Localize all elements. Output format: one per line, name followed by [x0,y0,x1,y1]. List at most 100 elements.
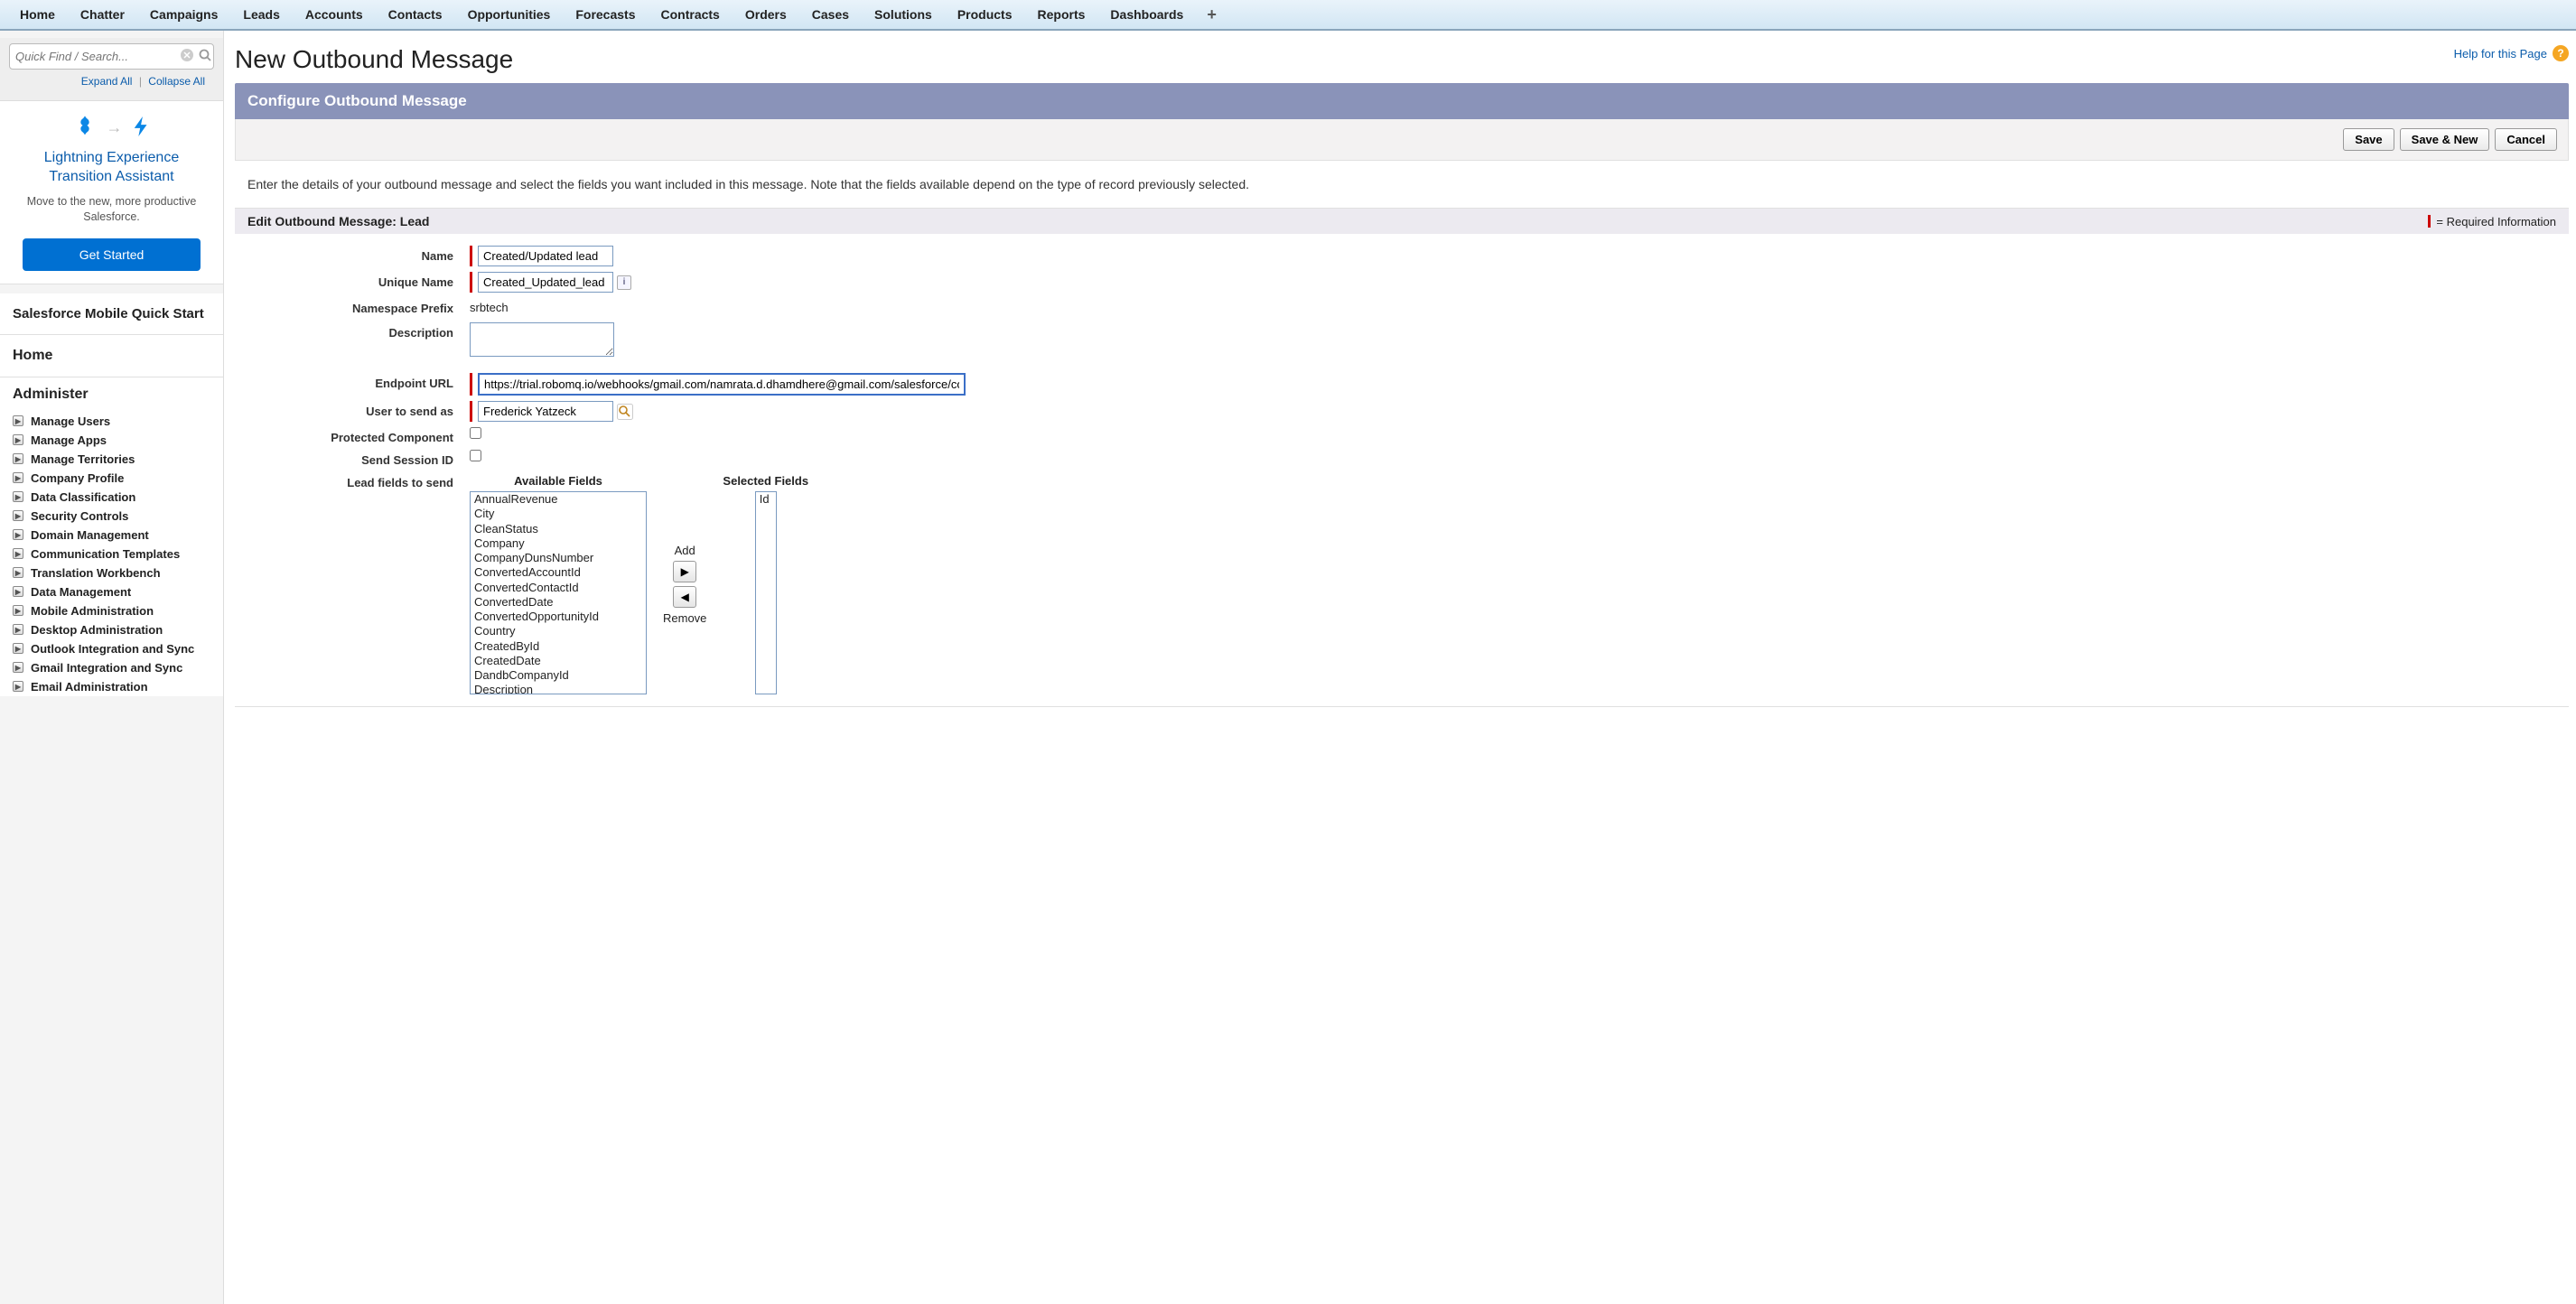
lex-transition-box: → Lightning Experience Transition Assist… [0,101,223,284]
required-marker-icon [2428,215,2431,228]
available-field-option[interactable]: CompanyDunsNumber [471,551,646,565]
available-field-option[interactable]: CreatedDate [471,654,646,668]
nav-tab-cases[interactable]: Cases [799,0,862,29]
sidebar-admin-item[interactable]: ▶Manage Territories [13,450,210,469]
description-textarea[interactable] [470,322,614,357]
save-and-new-button[interactable]: Save & New [2400,128,2490,151]
sidebar-admin-item[interactable]: ▶Gmail Integration and Sync [13,658,210,677]
setup-sidebar: Expand All | Collapse All → Lightning Ex… [0,31,224,1304]
expand-arrow-icon: ▶ [13,662,23,673]
protected-component-label: Protected Component [253,427,470,444]
help-for-page-link[interactable]: Help for this Page ? [2454,45,2569,61]
sidebar-admin-item[interactable]: ▶Company Profile [13,469,210,488]
nav-tab-opportunities[interactable]: Opportunities [455,0,564,29]
expand-arrow-icon: ▶ [13,510,23,521]
sidebar-admin-item[interactable]: ▶Manage Users [13,412,210,431]
remove-label: Remove [663,611,706,625]
nav-tab-campaigns[interactable]: Campaigns [137,0,230,29]
available-fields-listbox[interactable]: AnnualRevenueCityCleanStatusCompanyCompa… [470,491,647,694]
available-field-option[interactable]: ConvertedDate [471,595,646,610]
available-field-option[interactable]: ConvertedOpportunityId [471,610,646,624]
main-content: New Outbound Message Help for this Page … [224,31,2576,1304]
search-icon[interactable] [198,48,212,65]
nav-tab-chatter[interactable]: Chatter [68,0,137,29]
nav-tab-contacts[interactable]: Contacts [376,0,455,29]
available-field-option[interactable]: DandbCompanyId [471,668,646,683]
available-field-option[interactable]: Company [471,536,646,551]
classic-icon [72,114,98,142]
expand-arrow-icon: ▶ [13,472,23,483]
sidebar-admin-item[interactable]: ▶Data Classification [13,488,210,507]
send-session-checkbox[interactable] [470,450,481,461]
nav-tab-accounts[interactable]: Accounts [293,0,376,29]
nav-tab-home[interactable]: Home [7,0,68,29]
nav-tab-contracts[interactable]: Contracts [649,0,733,29]
nav-tab-dashboards[interactable]: Dashboards [1097,0,1196,29]
arrow-right-icon: → [107,118,123,137]
nav-tab-solutions[interactable]: Solutions [862,0,945,29]
available-field-option[interactable]: ConvertedAccountId [471,565,646,580]
expand-arrow-icon: ▶ [13,643,23,654]
get-started-button[interactable]: Get Started [23,238,201,271]
sidebar-admin-item[interactable]: ▶Outlook Integration and Sync [13,639,210,658]
separator: | [139,75,142,88]
expand-arrow-icon: ▶ [13,491,23,502]
lex-subtitle: Move to the new, more productive Salesfo… [13,194,210,226]
endpoint-url-input[interactable] [478,373,966,396]
expand-arrow-icon: ▶ [13,453,23,464]
available-field-option[interactable]: City [471,507,646,521]
sidebar-admin-item[interactable]: ▶Manage Apps [13,431,210,450]
available-field-option[interactable]: Description [471,683,646,694]
user-to-send-input[interactable] [478,401,613,422]
add-field-button[interactable]: ▶ [673,561,696,582]
selected-fields-listbox[interactable]: Id [755,491,777,694]
expand-all-link[interactable]: Expand All [81,75,133,88]
sidebar-admin-item[interactable]: ▶Domain Management [13,526,210,545]
protected-component-checkbox[interactable] [470,427,481,439]
unique-name-input[interactable] [478,272,613,293]
available-field-option[interactable]: ConvertedContactId [471,581,646,595]
nav-tab-reports[interactable]: Reports [1025,0,1098,29]
sidebar-admin-item[interactable]: ▶Security Controls [13,507,210,526]
sidebar-admin-item[interactable]: ▶Communication Templates [13,545,210,564]
expand-arrow-icon: ▶ [13,586,23,597]
sidebar-admin-item[interactable]: ▶Desktop Administration [13,620,210,639]
unique-name-label: Unique Name [253,272,470,289]
available-field-option[interactable]: CleanStatus [471,522,646,536]
collapse-all-link[interactable]: Collapse All [148,75,205,88]
help-link-text: Help for this Page [2454,47,2547,61]
quick-find-input[interactable] [15,50,176,63]
page-title: New Outbound Message [235,45,513,74]
save-button[interactable]: Save [2343,128,2394,151]
cancel-button[interactable]: Cancel [2495,128,2557,151]
nav-tab-forecasts[interactable]: Forecasts [563,0,648,29]
available-field-option[interactable]: AnnualRevenue [471,492,646,507]
instruction-text: Enter the details of your outbound messa… [235,161,2569,209]
clear-icon[interactable] [180,48,194,65]
available-field-option[interactable]: CreatedById [471,639,646,654]
lead-fields-label: Lead fields to send [253,472,470,489]
info-icon[interactable]: i [617,275,631,290]
mobile-quick-start-link[interactable]: Salesforce Mobile Quick Start [0,293,223,335]
nav-tab-products[interactable]: Products [945,0,1025,29]
sidebar-admin-item[interactable]: ▶Email Administration [13,677,210,696]
available-field-option[interactable]: Country [471,624,646,638]
sidebar-admin-item[interactable]: ▶Data Management [13,582,210,601]
user-lookup-icon[interactable] [617,404,633,420]
add-label: Add [675,544,695,557]
nav-tab-orders[interactable]: Orders [733,0,799,29]
expand-arrow-icon: ▶ [13,529,23,540]
sidebar-admin-item[interactable]: ▶Mobile Administration [13,601,210,620]
selected-fields-header: Selected Fields [723,474,808,488]
name-input[interactable] [478,246,613,266]
nav-tab-leads[interactable]: Leads [230,0,292,29]
sidebar-home-link[interactable]: Home [0,335,223,377]
action-button-row: Save Save & New Cancel [235,119,2569,161]
selected-field-option[interactable]: Id [756,492,776,507]
edit-section-header: Edit Outbound Message: Lead [247,214,429,228]
sidebar-admin-item[interactable]: ▶Translation Workbench [13,564,210,582]
send-session-label: Send Session ID [253,450,470,467]
user-to-send-label: User to send as [253,401,470,418]
nav-add-tab[interactable]: + [1196,2,1227,28]
remove-field-button[interactable]: ◀ [673,586,696,608]
